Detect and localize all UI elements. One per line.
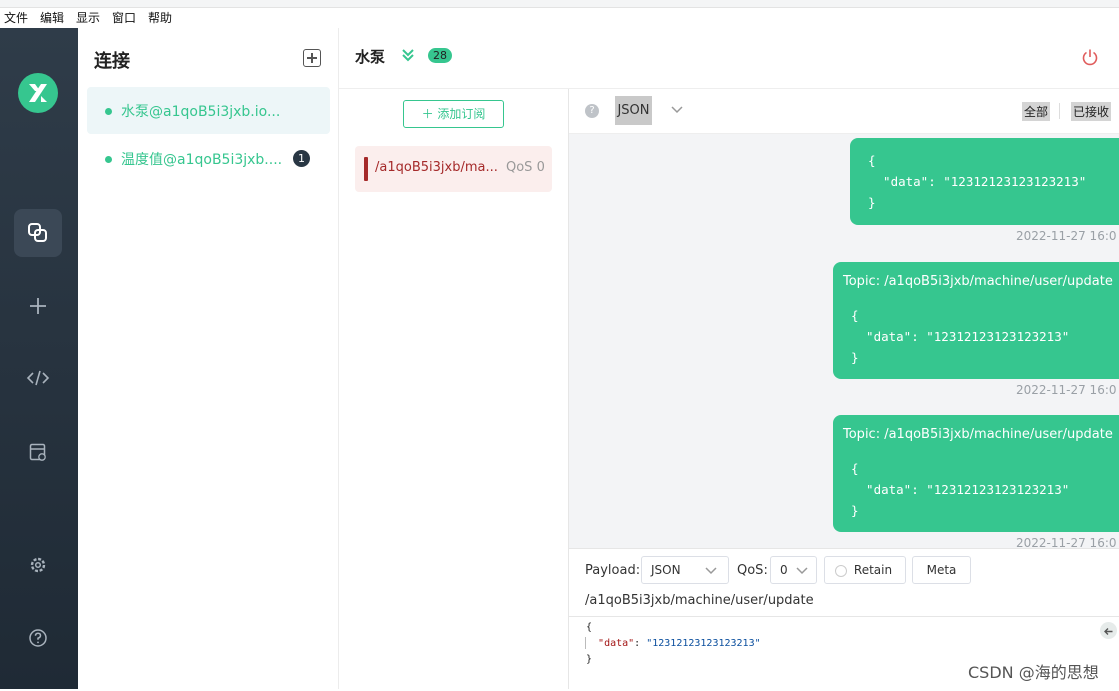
chevron-down-icon: [705, 567, 717, 575]
nav-script[interactable]: [14, 354, 62, 402]
connection-item[interactable]: 水泵@a1qoB5i3jxb.io...: [87, 87, 330, 134]
window-top-strip: [0, 0, 1119, 8]
retain-checkbox[interactable]: Retain: [824, 556, 906, 584]
nav-connections[interactable]: [14, 209, 62, 257]
retain-radio: [835, 565, 847, 577]
add-subscription-label: 添加订阅: [437, 107, 486, 121]
format-select[interactable]: JSON: [615, 96, 652, 125]
tab-received[interactable]: 已接收: [1071, 102, 1112, 121]
menu-help[interactable]: 帮助: [148, 11, 172, 25]
message-bubble[interactable]: Topic: /a1qoB5i3jxb/machine/user/update …: [833, 415, 1119, 532]
nav-rail: [0, 28, 78, 689]
code-value: "12312123123123213": [646, 638, 761, 649]
code-key: "data": [598, 638, 635, 649]
code-icon: [26, 370, 50, 386]
tab-divider: [1059, 103, 1060, 119]
message-time: 2022-11-27 16:0: [1016, 229, 1117, 243]
power-icon[interactable]: [1081, 48, 1099, 66]
mqttx-logo-icon: [18, 73, 58, 113]
nav-about[interactable]: [14, 614, 62, 662]
message-bubble[interactable]: Topic: /a1qoB5i3jxb/machine/user/update …: [833, 262, 1119, 379]
code-brace-open: {: [586, 622, 593, 633]
plus-icon: ＋: [421, 107, 434, 121]
message-payload: { "data": "12312123123123213" }: [851, 308, 1070, 365]
connection-name: 温度值@a1qoB5i3jxb....: [121, 152, 283, 168]
connections-panel: 连接 水泵@a1qoB5i3jxb.io... 温度值@a1qoB5i3jxb.…: [78, 28, 339, 689]
message-count-badge: 28: [428, 48, 452, 63]
subscription-color-bar: [364, 157, 368, 181]
help-circle-icon[interactable]: ?: [585, 104, 599, 118]
menu-window[interactable]: 窗口: [112, 11, 136, 25]
menu-bar: 文件 编辑 显示 窗口 帮助: [0, 8, 1119, 28]
connections-title: 连接: [94, 51, 130, 72]
unread-badge: 1: [293, 150, 310, 167]
nav-settings[interactable]: [14, 541, 62, 589]
meta-button[interactable]: Meta: [912, 556, 971, 584]
add-subscription-button[interactable]: ＋ 添加订阅: [403, 100, 504, 128]
payload-code: { "data": "12312123123123213" }: [586, 620, 761, 668]
message-filter-bar: ? JSON 全部 已接收: [569, 89, 1119, 134]
send-button[interactable]: [1100, 622, 1117, 639]
qos-label: QoS:: [737, 563, 768, 578]
payload-label: Payload:: [585, 563, 641, 578]
connected-status-dot: [105, 108, 112, 115]
publish-topic-input[interactable]: /a1qoB5i3jxb/machine/user/update: [585, 593, 814, 608]
chevron-down-icon: [796, 567, 808, 575]
watermark: CSDN @海的思想: [968, 663, 1099, 682]
menu-view[interactable]: 显示: [76, 11, 100, 25]
qos-select[interactable]: 0: [770, 556, 817, 584]
payload-format-value: JSON: [651, 563, 681, 577]
retain-label: Retain: [853, 563, 893, 577]
connection-item[interactable]: 温度值@a1qoB5i3jxb.... 1: [87, 135, 330, 182]
connection-header: 水泵 28: [339, 28, 1119, 89]
message-time: 2022-11-27 16:0: [1016, 536, 1117, 548]
message-topic: Topic: /a1qoB5i3jxb/machine/user/update: [843, 274, 1113, 289]
connected-status-dot: [105, 156, 112, 163]
code-brace-close: }: [586, 654, 593, 665]
plus-icon: [30, 298, 46, 314]
message-topic: Topic: /a1qoB5i3jxb/machine/user/update: [843, 427, 1113, 442]
subscriptions-panel: ＋ 添加订阅 /a1qoB5i3jxb/ma... QoS 0: [339, 89, 569, 689]
message-time: 2022-11-27 16:0: [1016, 383, 1117, 397]
connection-name: 水泵@a1qoB5i3jxb.io...: [121, 104, 281, 120]
connections-icon: [28, 223, 47, 242]
chevron-down-icon[interactable]: [670, 105, 684, 115]
subscription-qos: QoS 0: [506, 160, 545, 175]
menu-edit[interactable]: 编辑: [40, 11, 64, 25]
qos-value: 0: [780, 563, 788, 577]
new-connection-button[interactable]: [303, 49, 321, 67]
code-colon: :: [634, 638, 647, 649]
message-payload: { "data": "12312123123123213" }: [851, 461, 1070, 518]
menu-file[interactable]: 文件: [4, 11, 28, 25]
gear-icon: [30, 557, 46, 573]
arrow-left-icon: [1104, 628, 1113, 635]
help-icon: [29, 629, 47, 647]
double-chevron-down-icon[interactable]: [401, 47, 415, 63]
message-list[interactable]: { "data": "12312123123123213" } 2022-11-…: [569, 134, 1119, 548]
connection-title: 水泵: [355, 48, 386, 66]
nav-log[interactable]: [14, 428, 62, 476]
message-payload: { "data": "12312123123123213" }: [868, 153, 1087, 210]
nav-new-connection[interactable]: [14, 282, 62, 330]
subscription-topic: /a1qoB5i3jxb/ma...: [375, 160, 498, 175]
subscription-item[interactable]: /a1qoB5i3jxb/ma... QoS 0: [355, 146, 552, 192]
tab-all[interactable]: 全部: [1022, 102, 1051, 121]
log-icon: [29, 443, 46, 461]
message-bubble[interactable]: { "data": "12312123123123213" }: [850, 138, 1119, 225]
payload-format-select[interactable]: JSON: [641, 556, 729, 584]
